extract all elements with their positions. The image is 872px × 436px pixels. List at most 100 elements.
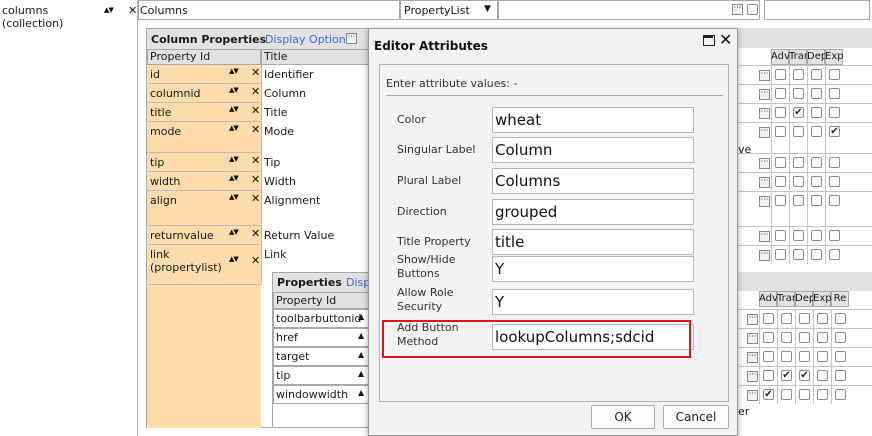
checkbox[interactable] (775, 249, 786, 260)
delete-icon[interactable]: ✕ (251, 67, 260, 78)
move-arrows-icon[interactable]: ▲▼ (229, 105, 239, 114)
ellipsis-button[interactable]: ··· (747, 371, 758, 382)
delete-icon[interactable]: ✕ (251, 124, 260, 135)
checkbox[interactable] (835, 332, 846, 343)
checkbox[interactable] (835, 370, 846, 381)
checkbox[interactable] (811, 126, 822, 137)
checkbox[interactable] (781, 332, 792, 343)
checkbox[interactable]: ✔ (799, 370, 810, 381)
move-arrows-icon[interactable]: ▲▼ (229, 86, 239, 95)
checkbox[interactable] (817, 351, 828, 362)
ellipsis-button[interactable]: ··· (759, 196, 770, 207)
delete-icon[interactable]: ✕ (251, 228, 260, 239)
checkbox[interactable] (793, 195, 804, 206)
checkbox[interactable] (763, 313, 774, 324)
ellipsis-button[interactable]: ··· (759, 231, 770, 242)
checkbox[interactable] (829, 230, 840, 241)
attribute-input[interactable]: title (492, 229, 694, 255)
ellipsis-button[interactable]: ··· (759, 177, 770, 188)
move-up-icon[interactable]: ▲ (358, 369, 364, 378)
checkbox[interactable] (829, 176, 840, 187)
move-arrows-icon[interactable]: ▲▼ (229, 124, 239, 133)
checkbox[interactable] (775, 88, 786, 99)
move-up-icon[interactable]: ▲ (358, 350, 364, 359)
checkbox[interactable] (817, 332, 828, 343)
display-options-ellipsis[interactable]: ··· (346, 33, 357, 44)
delete-icon[interactable]: ✕ (251, 193, 260, 204)
checkbox[interactable] (793, 126, 804, 137)
checkbox[interactable] (829, 157, 840, 168)
attribute-input[interactable]: grouped (492, 199, 694, 225)
checkbox[interactable] (835, 389, 846, 400)
ok-button[interactable]: OK (591, 405, 655, 429)
checkbox[interactable] (775, 230, 786, 241)
checkbox[interactable] (793, 157, 804, 168)
delete-icon[interactable]: ✕ (251, 105, 260, 116)
move-up-icon[interactable]: ▲ (358, 312, 364, 321)
checkbox[interactable] (811, 107, 822, 118)
checkbox[interactable] (799, 351, 810, 362)
cancel-button[interactable]: Cancel (663, 405, 729, 429)
checkbox[interactable] (811, 249, 822, 260)
checkbox[interactable] (817, 313, 828, 324)
checkbox[interactable] (799, 313, 810, 324)
checkbox[interactable] (817, 370, 828, 381)
ellipsis-button[interactable]: ··· (747, 390, 758, 401)
delete-icon[interactable]: ✕ (251, 86, 260, 97)
delete-icon[interactable]: ✕ (251, 174, 260, 185)
attribute-input[interactable]: wheat (492, 107, 694, 133)
checkbox[interactable] (781, 313, 792, 324)
checkbox[interactable] (763, 351, 774, 362)
move-arrows-icon[interactable]: ▲▼ (229, 228, 239, 237)
move-arrows-icon[interactable]: ▲▼ (229, 174, 239, 183)
move-arrows-icon[interactable]: ▲▼ (229, 155, 239, 164)
ellipsis-button[interactable]: ··· (759, 89, 770, 100)
checkbox[interactable] (817, 389, 828, 400)
checkbox[interactable] (811, 195, 822, 206)
checkbox[interactable] (811, 88, 822, 99)
checkbox[interactable] (835, 351, 846, 362)
checkbox[interactable] (799, 389, 810, 400)
checkbox[interactable] (829, 195, 840, 206)
checkbox[interactable] (829, 69, 840, 80)
checkbox[interactable] (811, 69, 822, 80)
move-up-icon[interactable]: ▲ (358, 388, 364, 397)
attribute-input[interactable]: Y (492, 256, 694, 282)
display-options-link[interactable]: Display Options (265, 33, 352, 46)
move-arrows-icon[interactable]: ▲▼ (104, 6, 114, 15)
attribute-input[interactable]: Column (492, 137, 694, 163)
checkbox[interactable] (793, 230, 804, 241)
checkbox[interactable] (799, 332, 810, 343)
delete-icon[interactable]: ✕ (128, 5, 137, 16)
checkbox[interactable] (793, 176, 804, 187)
checkbox[interactable] (775, 157, 786, 168)
move-up-icon[interactable]: ▲ (358, 331, 364, 340)
delete-icon[interactable]: ✕ (251, 255, 260, 266)
ellipsis-button[interactable]: ··· (759, 158, 770, 169)
move-arrows-icon[interactable]: ▲▼ (229, 193, 239, 202)
checkbox[interactable] (763, 370, 774, 381)
checkbox[interactable] (811, 157, 822, 168)
checkbox[interactable] (775, 126, 786, 137)
checkbox[interactable]: ✔ (781, 370, 792, 381)
checkbox[interactable] (775, 107, 786, 118)
checkbox[interactable] (793, 69, 804, 80)
checkbox[interactable] (811, 230, 822, 241)
checkbox[interactable] (811, 176, 822, 187)
checkbox[interactable] (775, 176, 786, 187)
ellipsis-button[interactable]: ··· (747, 352, 758, 363)
attribute-input[interactable]: Y (492, 289, 694, 315)
checkbox[interactable] (829, 249, 840, 260)
top-checkbox[interactable] (747, 4, 758, 15)
ellipsis-button[interactable]: ··· (747, 333, 758, 344)
checkbox[interactable] (835, 313, 846, 324)
move-arrows-icon[interactable]: ▲▼ (229, 255, 239, 264)
ellipsis-button[interactable]: ··· (759, 250, 770, 261)
checkbox[interactable]: ✔ (793, 107, 804, 118)
move-arrows-icon[interactable]: ▲▼ (229, 67, 239, 76)
checkbox[interactable]: ✔ (829, 126, 840, 137)
checkbox[interactable] (829, 88, 840, 99)
delete-icon[interactable]: ✕ (251, 155, 260, 166)
checkbox[interactable] (781, 389, 792, 400)
checkbox[interactable] (763, 332, 774, 343)
